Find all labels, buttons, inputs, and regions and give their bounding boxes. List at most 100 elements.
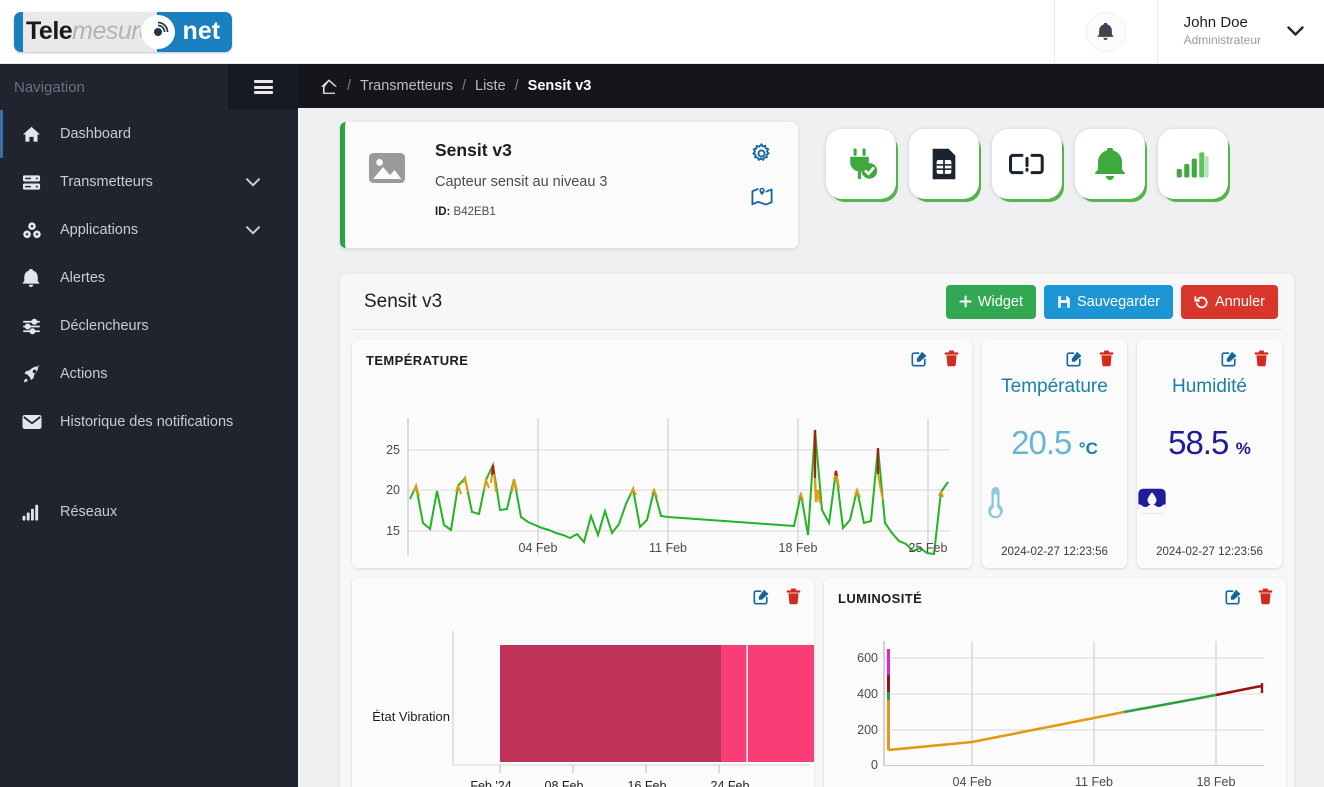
card-number: 58.5 [1168, 424, 1229, 461]
status-plug-connected-button[interactable] [826, 129, 896, 199]
sidebar-item-label: Historique des notifications [60, 414, 234, 430]
edit-pen-icon[interactable] [1066, 350, 1083, 367]
svg-text:20: 20 [386, 483, 400, 497]
widget-row-1: TEMPÉRATURE 25 20 15 04 Feb 11 Feb 18 Fe… [352, 340, 1282, 568]
svg-text:Feb '24: Feb '24 [470, 779, 511, 787]
sidebar-item-historique-notifications[interactable]: Historique des notifications [0, 398, 298, 446]
user-menu[interactable]: John Doe Administrateur [1158, 0, 1324, 64]
plus-icon [959, 295, 972, 308]
breadcrumb-item-transmetteurs[interactable]: Transmetteurs [360, 78, 453, 94]
trash-icon[interactable] [944, 350, 959, 367]
device-id-value: B42EB1 [453, 206, 496, 218]
status-signal-button[interactable] [1158, 129, 1228, 199]
luminosity-chart-plot: 600 400 200 0 04 Feb 11 Feb 18 Feb [857, 641, 1264, 787]
widget-temperature-value: Température 20.5 °C 2024-02-27 12:23:56 [982, 340, 1127, 568]
dashboard-header: Sensit v3 Widget Sauvegarder Annuler [352, 274, 1282, 330]
trash-icon[interactable] [1254, 350, 1269, 367]
status-sim-card-button[interactable] [909, 129, 979, 199]
svg-text:25: 25 [386, 443, 400, 457]
svg-text:18 Feb: 18 Feb [1197, 775, 1236, 787]
svg-text:0: 0 [871, 758, 878, 772]
vibration-chart-plot: État Vibration Feb '24 08 Feb 16 Feb 24 … [372, 631, 814, 787]
sidebar-item-dashboard[interactable]: Dashboard [0, 110, 298, 158]
status-battery-warning-button[interactable] [992, 129, 1062, 199]
bell-icon [22, 269, 52, 287]
trash-icon[interactable] [1258, 588, 1273, 605]
card-timestamp: 2024-02-27 12:23:56 [1156, 546, 1263, 558]
gear-icon[interactable] [750, 142, 774, 165]
trash-icon[interactable] [786, 588, 801, 605]
widget-tools [911, 350, 959, 367]
svg-text:24 Feb: 24 Feb [711, 779, 750, 787]
svg-text:11 Feb: 11 Feb [1075, 775, 1113, 787]
notifications-button[interactable] [1053, 0, 1158, 64]
device-info: Sensit v3 Capteur sensit au niveau 3 ID:… [407, 140, 608, 218]
cancel-label: Annuler [1215, 293, 1265, 310]
sidebar-item-reseaux[interactable]: Réseaux [0, 488, 298, 536]
sidebar-item-actions[interactable]: Actions [0, 350, 298, 398]
chevron-down-icon[interactable] [246, 177, 260, 187]
sidebar-item-applications[interactable]: Applications [0, 206, 298, 254]
sidebar-item-alertes[interactable]: Alertes [0, 254, 298, 302]
sidebar-item-label: Alertes [60, 270, 106, 286]
map-location-icon[interactable] [750, 185, 774, 208]
undo-icon [1194, 295, 1209, 309]
card-value: 58.5 % [1137, 424, 1282, 462]
content-container: Sensit v3 Capteur sensit au niveau 3 ID:… [298, 108, 1324, 787]
main-area: / Transmetteurs / Liste / Sensit v3 Sens… [298, 64, 1324, 787]
edit-pen-icon[interactable] [753, 588, 770, 605]
logo-net-text: net [182, 17, 221, 45]
svg-text:11 Feb: 11 Feb [649, 541, 687, 555]
device-name: Sensit v3 [435, 140, 512, 160]
bell-icon [1085, 11, 1126, 52]
sidebar-item-declencheurs[interactable]: Déclencheurs [0, 302, 298, 350]
floppy-save-icon [1057, 295, 1071, 309]
save-button[interactable]: Sauvegarder [1043, 284, 1174, 319]
add-widget-label: Widget [977, 293, 1023, 310]
edit-pen-icon[interactable] [1221, 350, 1238, 367]
breadcrumb-separator: / [514, 78, 519, 94]
edit-pen-icon[interactable] [1225, 588, 1242, 605]
top-bar-right: John Doe Administrateur [1053, 0, 1324, 64]
hamburger-icon[interactable] [228, 64, 298, 110]
sim-card-icon [928, 147, 960, 181]
add-widget-button[interactable]: Widget [945, 284, 1036, 319]
widget-title: TEMPÉRATURE [366, 353, 469, 368]
sidebar-item-transmetteurs[interactable]: Transmetteurs [0, 158, 298, 206]
trash-icon[interactable] [1099, 350, 1114, 367]
chevron-down-icon[interactable] [1287, 26, 1304, 37]
device-actions [750, 142, 774, 208]
status-icons-row [826, 122, 1228, 199]
dashboard-panel: Sensit v3 Widget Sauvegarder Annuler TEM… [340, 274, 1294, 787]
sidebar-title: Navigation [14, 78, 85, 96]
bell-icon [1094, 148, 1126, 180]
signal-bars-icon [1176, 149, 1210, 179]
humidity-icon [1137, 486, 1282, 516]
widget-title: LUMINOSITÉ [838, 591, 923, 606]
card-unit: °C [1078, 439, 1098, 458]
dashboard-buttons: Widget Sauvegarder Annuler [945, 284, 1278, 319]
breadcrumb-item-current: Sensit v3 [527, 78, 592, 94]
breadcrumb-item-liste[interactable]: Liste [475, 78, 506, 94]
home-icon [22, 125, 52, 144]
device-card: Sensit v3 Capteur sensit au niveau 3 ID:… [340, 122, 798, 248]
rocket-icon [22, 364, 52, 384]
device-id-label: ID: [435, 206, 451, 218]
app-logo[interactable]: Tele mesure net [14, 11, 233, 52]
cancel-button[interactable]: Annuler [1181, 284, 1278, 319]
widget-tools [1221, 350, 1269, 367]
sidebar: Navigation Dashboard Transmetteurs Appli… [0, 64, 298, 787]
user-name: John Doe [1183, 14, 1248, 32]
widget-luminosity-chart: LUMINOSITÉ 600 400 200 0 04 Feb 11 Feb 1… [824, 578, 1286, 787]
edit-pen-icon[interactable] [911, 350, 928, 367]
status-alert-bell-button[interactable] [1075, 129, 1145, 199]
breadcrumb-separator: / [461, 78, 466, 94]
svg-text:15: 15 [386, 524, 400, 538]
svg-text:04 Feb: 04 Feb [519, 541, 558, 555]
widget-tools [753, 588, 801, 605]
widget-tools [1066, 350, 1114, 367]
logo-signal-dot-icon [140, 14, 175, 49]
home-icon[interactable] [320, 78, 338, 95]
chevron-down-icon[interactable] [246, 225, 260, 235]
breadcrumb: / Transmetteurs / Liste / Sensit v3 [298, 64, 1324, 108]
